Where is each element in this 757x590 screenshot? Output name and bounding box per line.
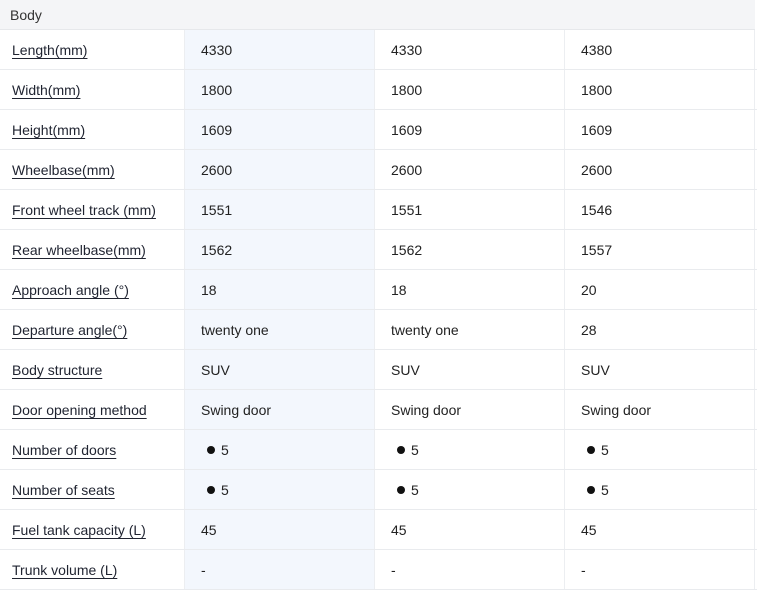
spec-value-cell: 1800 bbox=[185, 70, 375, 109]
spec-label-link[interactable]: Number of seats bbox=[12, 482, 115, 498]
spec-label-link[interactable]: Front wheel track (mm) bbox=[12, 202, 156, 218]
table-row: Front wheel track (mm) 1551 1551 1546 bbox=[0, 190, 757, 230]
spec-value-cell: SUV bbox=[375, 350, 565, 389]
spec-value-cell: 5 bbox=[375, 470, 565, 509]
spec-value-cell: 2600 bbox=[565, 150, 755, 189]
spec-value-cell: 1609 bbox=[185, 110, 375, 149]
table-row: Approach angle (°) 18 18 20 bbox=[0, 270, 757, 310]
spec-value-cell: - bbox=[375, 550, 565, 589]
spec-label-link[interactable]: Body structure bbox=[12, 362, 102, 378]
standard-dot-icon bbox=[397, 445, 405, 454]
standard-dot-icon bbox=[587, 485, 595, 494]
table-row: Rear wheelbase(mm) 1562 1562 1557 bbox=[0, 230, 757, 270]
spec-value-cell: 1557 bbox=[565, 230, 755, 269]
table-row: Width(mm) 1800 1800 1800 bbox=[0, 70, 757, 110]
spec-value-cell: twenty one bbox=[375, 310, 565, 349]
spec-value: 5 bbox=[221, 481, 229, 498]
spec-label-link[interactable]: Width(mm) bbox=[12, 82, 80, 98]
spec-value-cell: 1562 bbox=[375, 230, 565, 269]
spec-value-cell: 45 bbox=[375, 510, 565, 549]
table-row: Body structure SUV SUV SUV bbox=[0, 350, 757, 390]
spec-label-cell: Rear wheelbase(mm) bbox=[0, 230, 185, 269]
spec-value: 5 bbox=[411, 441, 419, 458]
spec-value-cell: Swing door bbox=[565, 390, 755, 429]
spec-value-cell: 1546 bbox=[565, 190, 755, 229]
spec-value-cell: 1609 bbox=[375, 110, 565, 149]
spec-value-cell: 5 bbox=[565, 430, 755, 469]
standard-dot-icon bbox=[587, 445, 595, 454]
spec-value-cell: 45 bbox=[565, 510, 755, 549]
table-row: Number of doors 5 5 5 bbox=[0, 430, 757, 470]
spec-value-cell: 1800 bbox=[375, 70, 565, 109]
spec-value-cell: twenty one bbox=[185, 310, 375, 349]
spec-value-cell: 5 bbox=[185, 430, 375, 469]
spec-value-cell: 1562 bbox=[185, 230, 375, 269]
spec-value-cell: 1609 bbox=[565, 110, 755, 149]
spec-label-cell: Approach angle (°) bbox=[0, 270, 185, 309]
spec-value-cell: SUV bbox=[185, 350, 375, 389]
spec-value-cell: 5 bbox=[375, 430, 565, 469]
spec-label-link[interactable]: Length(mm) bbox=[12, 42, 87, 58]
spec-value-cell: 4380 bbox=[565, 30, 755, 69]
spec-label-cell: Width(mm) bbox=[0, 70, 185, 109]
spec-value-cell: 1800 bbox=[565, 70, 755, 109]
spec-label-cell: Number of doors bbox=[0, 430, 185, 469]
table-row: Departure angle(°) twenty one twenty one… bbox=[0, 310, 757, 350]
spec-value-cell: - bbox=[185, 550, 375, 589]
standard-dot-icon bbox=[397, 485, 405, 494]
spec-value: 5 bbox=[221, 441, 229, 458]
spec-value-cell: 4330 bbox=[375, 30, 565, 69]
spec-value: 5 bbox=[601, 441, 609, 458]
standard-dot-icon bbox=[207, 485, 215, 494]
table-row: Height(mm) 1609 1609 1609 bbox=[0, 110, 757, 150]
spec-value-cell: 1551 bbox=[375, 190, 565, 229]
spec-label-link[interactable]: Trunk volume (L) bbox=[12, 562, 117, 578]
spec-label-link[interactable]: Rear wheelbase(mm) bbox=[12, 242, 146, 258]
spec-label-cell: Front wheel track (mm) bbox=[0, 190, 185, 229]
spec-label-link[interactable]: Door opening method bbox=[12, 402, 147, 418]
spec-value-cell: 45 bbox=[185, 510, 375, 549]
spec-label-cell: Door opening method bbox=[0, 390, 185, 429]
table-row: Wheelbase(mm) 2600 2600 2600 bbox=[0, 150, 757, 190]
spec-value-cell: 18 bbox=[375, 270, 565, 309]
spec-label-cell: Fuel tank capacity (L) bbox=[0, 510, 185, 549]
spec-value-cell: - bbox=[565, 550, 755, 589]
spec-table: Body Length(mm) 4330 4330 4380 Width(mm)… bbox=[0, 0, 757, 590]
spec-value-cell: 20 bbox=[565, 270, 755, 309]
spec-label-link[interactable]: Fuel tank capacity (L) bbox=[12, 522, 146, 538]
spec-label-link[interactable]: Approach angle (°) bbox=[12, 282, 129, 298]
table-row: Length(mm) 4330 4330 4380 bbox=[0, 30, 757, 70]
section-header: Body bbox=[0, 0, 755, 30]
spec-value-cell: 28 bbox=[565, 310, 755, 349]
table-row: Fuel tank capacity (L) 45 45 45 bbox=[0, 510, 757, 550]
spec-label-link[interactable]: Departure angle(°) bbox=[12, 322, 127, 338]
spec-value-cell: 1551 bbox=[185, 190, 375, 229]
spec-value-cell: 4330 bbox=[185, 30, 375, 69]
spec-label-link[interactable]: Wheelbase(mm) bbox=[12, 162, 115, 178]
spec-label-cell: Departure angle(°) bbox=[0, 310, 185, 349]
spec-value-cell: 5 bbox=[565, 470, 755, 509]
table-row: Door opening method Swing door Swing doo… bbox=[0, 390, 757, 430]
spec-label-cell: Wheelbase(mm) bbox=[0, 150, 185, 189]
spec-value-cell: 18 bbox=[185, 270, 375, 309]
spec-label-cell: Length(mm) bbox=[0, 30, 185, 69]
spec-value-cell: 2600 bbox=[375, 150, 565, 189]
spec-value-cell: 5 bbox=[185, 470, 375, 509]
spec-value-cell: SUV bbox=[565, 350, 755, 389]
spec-label-cell: Body structure bbox=[0, 350, 185, 389]
spec-label-cell: Height(mm) bbox=[0, 110, 185, 149]
spec-value: 5 bbox=[601, 481, 609, 498]
section-title: Body bbox=[10, 6, 42, 23]
spec-value-cell: Swing door bbox=[375, 390, 565, 429]
spec-label-cell: Trunk volume (L) bbox=[0, 550, 185, 589]
spec-label-link[interactable]: Number of doors bbox=[12, 442, 116, 458]
spec-value-cell: Swing door bbox=[185, 390, 375, 429]
spec-label-link[interactable]: Height(mm) bbox=[12, 122, 85, 138]
spec-value-cell: 2600 bbox=[185, 150, 375, 189]
spec-value: 5 bbox=[411, 481, 419, 498]
standard-dot-icon bbox=[207, 445, 215, 454]
table-row: Trunk volume (L) - - - bbox=[0, 550, 757, 590]
spec-label-cell: Number of seats bbox=[0, 470, 185, 509]
table-row: Number of seats 5 5 5 bbox=[0, 470, 757, 510]
